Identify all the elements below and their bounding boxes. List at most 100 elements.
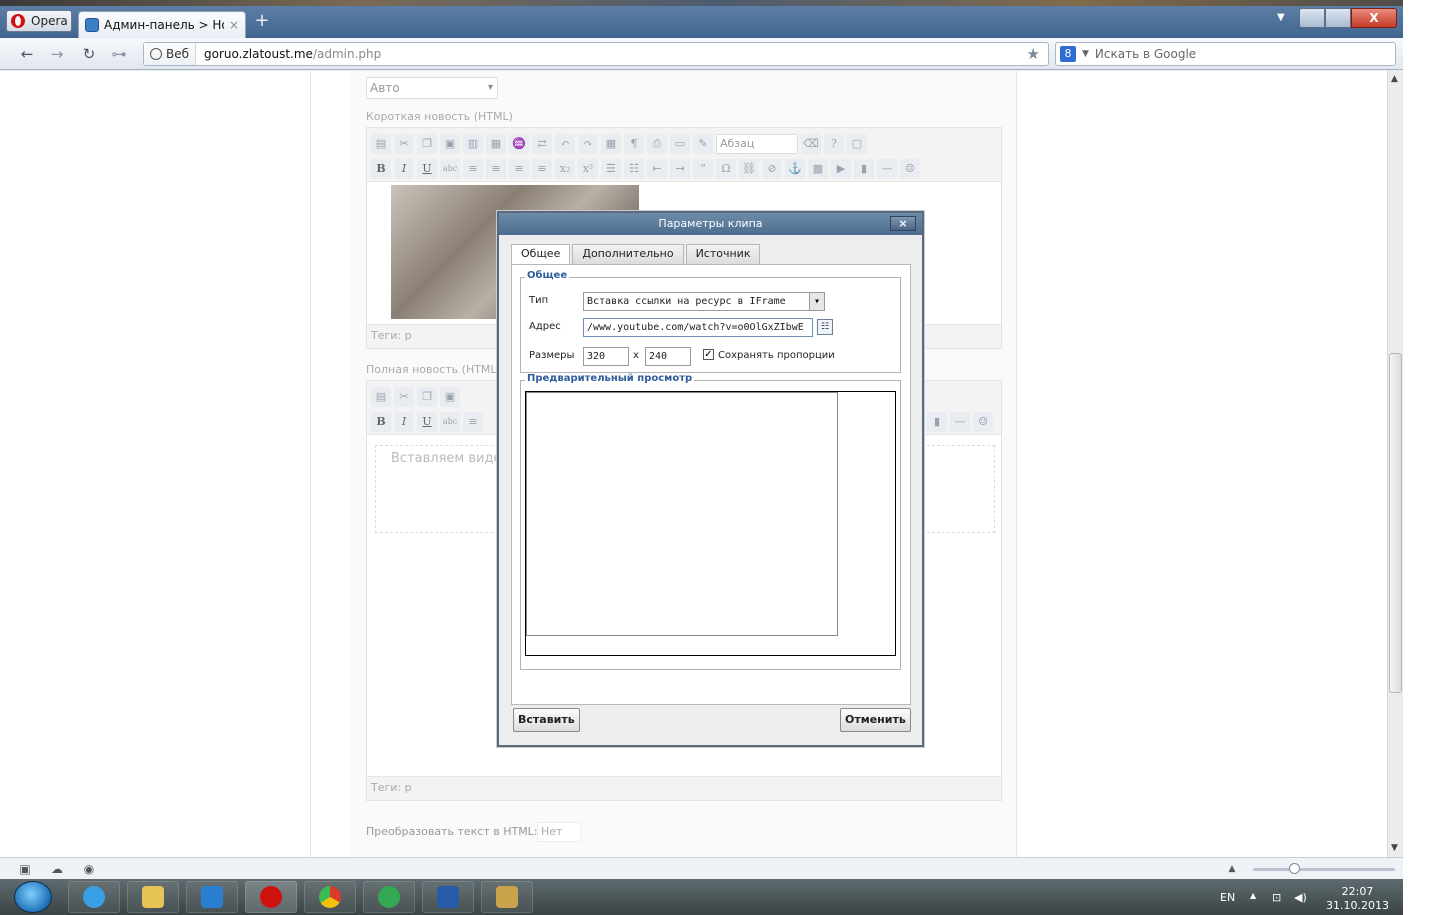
tab-source[interactable]: Источник [685, 244, 761, 264]
convert-html-select[interactable]: Нет [537, 822, 581, 842]
dialog-close-button[interactable]: × [890, 216, 916, 231]
paste-word-icon[interactable]: ▦ [486, 134, 506, 154]
horizontal-rule-icon[interactable]: — [877, 159, 897, 179]
forward-arrow-icon[interactable]: → [46, 44, 68, 64]
width-input[interactable]: 320 [583, 347, 629, 366]
help-icon[interactable]: ? [824, 134, 844, 154]
subscript-icon[interactable]: x₂ [555, 159, 575, 179]
turbo-icon[interactable]: ◉ [82, 862, 96, 876]
zoom-toggle-icon[interactable]: ▲ [1225, 862, 1239, 876]
address-bar[interactable]: Веб goruo.zlatoust.me/admin.php ★ [143, 42, 1049, 66]
outdent-icon[interactable]: ⇤ [647, 159, 667, 179]
panel-toggle-icon[interactable]: ▣ [18, 862, 32, 876]
keep-ratio-checkbox[interactable]: ✓ [703, 349, 714, 360]
anchor-icon[interactable]: ⚓ [785, 159, 805, 179]
taskbar-mail[interactable] [363, 881, 415, 913]
eraser-icon[interactable]: ⌫ [801, 134, 821, 154]
bold-icon[interactable]: B [371, 159, 391, 179]
taskbar-editor[interactable] [481, 881, 533, 913]
taskbar-chrome[interactable] [304, 881, 356, 913]
cloud-icon[interactable]: ☁ [50, 862, 64, 876]
source-icon[interactable]: ▢ [847, 134, 867, 154]
window-maximize-button[interactable] [1325, 8, 1351, 28]
new-tab-button[interactable]: + [252, 12, 272, 32]
full-save-icon[interactable]: ▤ [371, 387, 391, 407]
tray-clock[interactable]: 22:07 31.10.2013 [1326, 885, 1389, 913]
search-input[interactable]: 8 ▼ Искать в Google [1055, 42, 1396, 66]
full-underline-icon[interactable]: U [417, 412, 437, 432]
align-left-icon[interactable]: ≡ [463, 159, 483, 179]
tab-list-dropdown-icon[interactable]: ▼ [1277, 12, 1285, 23]
align-center-icon[interactable]: ≡ [486, 159, 506, 179]
find-icon[interactable]: ♒ [509, 134, 529, 154]
category-select[interactable]: Авто [366, 77, 498, 99]
insert-button[interactable]: Вставить [513, 708, 580, 732]
paragraph-icon[interactable]: ¶ [624, 134, 644, 154]
tray-expand-icon[interactable]: ▲ [1250, 891, 1256, 900]
scroll-up-icon[interactable]: ▲ [1391, 74, 1398, 84]
full-strikethrough-icon[interactable]: abc [440, 412, 460, 432]
underline-icon[interactable]: U [417, 159, 437, 179]
table-icon[interactable]: ▦ [601, 134, 621, 154]
scrollbar-thumb[interactable] [1389, 353, 1402, 693]
taskbar-ie[interactable] [68, 881, 120, 913]
emoticon-icon[interactable]: ☺ [900, 159, 920, 179]
save-icon[interactable]: ▤ [371, 134, 391, 154]
redo-icon[interactable]: ↷ [578, 134, 598, 154]
image-icon[interactable]: ▩ [808, 159, 828, 179]
full-flash-icon[interactable]: ▮ [927, 412, 947, 432]
search-engine-dropdown-icon[interactable]: ▼ [1082, 49, 1089, 59]
taskbar-explorer[interactable] [127, 881, 179, 913]
full-align-left-icon[interactable]: ≡ [463, 412, 483, 432]
clean-format-icon[interactable]: ✎ [693, 134, 713, 154]
paste-text-icon[interactable]: ▥ [463, 134, 483, 154]
full-horizontal-rule-icon[interactable]: — [950, 412, 970, 432]
tab-admin-panel[interactable]: Админ-панель > Нов... × [78, 11, 246, 38]
type-select[interactable]: Вставка ссылки на ресурс в IFrame [583, 292, 825, 311]
opera-menu-button[interactable]: Opera [6, 10, 72, 32]
media-icon[interactable]: ▶ [831, 159, 851, 179]
strikethrough-icon[interactable]: abc [440, 159, 460, 179]
volume-icon[interactable]: ◀) [1294, 891, 1307, 904]
preview-iframe[interactable] [526, 392, 838, 636]
google-search-icon[interactable]: 8 [1060, 46, 1076, 62]
full-copy-icon[interactable]: ❐ [417, 387, 437, 407]
dialog-titlebar[interactable]: Параметры клипа × [499, 213, 922, 235]
back-arrow-icon[interactable]: ← [16, 44, 38, 64]
print-icon[interactable]: ⎙ [647, 134, 667, 154]
url-security-badge[interactable]: Веб [144, 43, 197, 65]
taskbar-media[interactable] [186, 881, 238, 913]
height-input[interactable]: 240 [645, 347, 691, 366]
browse-icon[interactable]: ☷ [817, 319, 833, 335]
cancel-button[interactable]: Отменить [840, 708, 911, 732]
undo-icon[interactable]: ↶ [555, 134, 575, 154]
superscript-icon[interactable]: x² [578, 159, 598, 179]
align-justify-icon[interactable]: ≡ [532, 159, 552, 179]
numbered-list-icon[interactable]: ☷ [624, 159, 644, 179]
replace-icon[interactable]: ⇄ [532, 134, 552, 154]
full-italic-icon[interactable]: I [394, 412, 414, 432]
align-right-icon[interactable]: ≡ [509, 159, 529, 179]
full-emoticon-icon[interactable]: ☺ [973, 412, 993, 432]
link-icon[interactable]: ⛓ [739, 159, 759, 179]
window-minimize-button[interactable] [1299, 8, 1325, 28]
key-icon[interactable]: ⊶ [108, 44, 130, 64]
special-char-icon[interactable]: Ω [716, 159, 736, 179]
taskbar-opera[interactable] [245, 881, 297, 913]
bookmark-star-icon[interactable]: ★ [1027, 45, 1040, 63]
copy-icon[interactable]: ❐ [417, 134, 437, 154]
scroll-down-icon[interactable]: ▼ [1391, 843, 1398, 853]
page-scrollbar[interactable]: ▲ ▼ [1387, 71, 1403, 857]
tray-language[interactable]: EN [1220, 891, 1235, 904]
network-icon[interactable]: ⊡ [1272, 891, 1281, 904]
bullet-list-icon[interactable]: ☰ [601, 159, 621, 179]
window-close-button[interactable]: X [1351, 8, 1397, 28]
tab-close-icon[interactable]: × [229, 18, 239, 32]
taskbar-word[interactable] [422, 881, 474, 913]
fullscreen-icon[interactable]: ▭ [670, 134, 690, 154]
url-text[interactable]: goruo.zlatoust.me/admin.php [196, 47, 381, 61]
start-button[interactable] [14, 881, 52, 913]
blockquote-icon[interactable]: “ [693, 159, 713, 179]
full-cut-icon[interactable]: ✂ [394, 387, 414, 407]
unlink-icon[interactable]: ⊘ [762, 159, 782, 179]
